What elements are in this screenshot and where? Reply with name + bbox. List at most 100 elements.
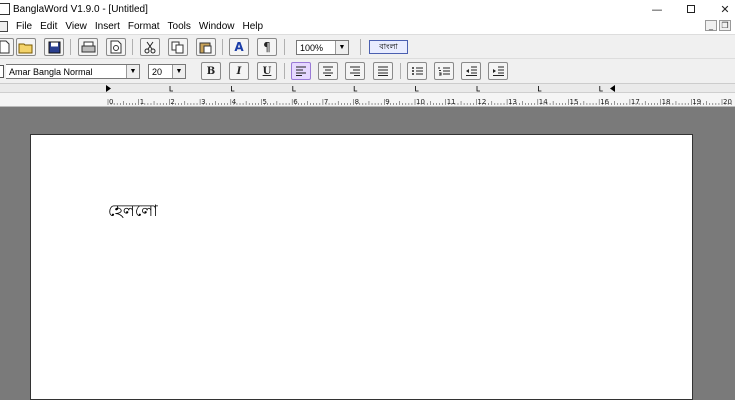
document-page[interactable]: হেললো [30, 134, 693, 400]
minimize-button[interactable]: — [640, 0, 674, 18]
menu-window[interactable]: Window [199, 21, 235, 32]
print-icon [81, 41, 95, 52]
justify-button[interactable] [373, 62, 393, 80]
decrease-indent-button[interactable] [461, 62, 481, 80]
chevron-down-icon[interactable]: ▼ [126, 65, 139, 78]
chevron-down-icon[interactable]: ▼ [172, 65, 185, 78]
ruler-tick-label: 10 [416, 98, 425, 106]
show-formatting-button[interactable]: ¶ [257, 38, 277, 56]
menu-file[interactable]: File [16, 21, 32, 32]
menu-help[interactable]: Help [242, 21, 263, 32]
align-center-button[interactable] [318, 62, 338, 80]
italic-button[interactable]: I [229, 62, 249, 80]
menu-insert[interactable]: Insert [95, 21, 120, 32]
open-button[interactable] [16, 38, 36, 56]
tab-stop-marker[interactable] [169, 86, 173, 92]
align-right-icon [350, 66, 360, 76]
tab-stop-marker[interactable] [415, 86, 419, 92]
ruler-tick-label: 8 [355, 98, 359, 106]
document-text[interactable]: হেললো [108, 198, 158, 225]
new-document-button[interactable] [0, 38, 14, 56]
first-line-indent-marker[interactable] [106, 85, 111, 92]
open-folder-icon [18, 43, 33, 53]
ruler-tick-label: 15 [570, 98, 579, 106]
ruler-tick-label: 3 [201, 98, 205, 106]
print-button[interactable] [78, 38, 98, 56]
underline-button[interactable]: U [257, 62, 277, 80]
menu-bar: File Edit View Insert Format Tools Windo… [0, 18, 735, 34]
zoom-select[interactable]: 100% ▼ [296, 40, 349, 55]
font-name-value: Amar Bangla Normal [9, 66, 93, 77]
window-title: BanglaWord V1.9.0 - [Untitled] [13, 3, 148, 15]
bullet-list-button[interactable] [407, 62, 427, 80]
maximize-icon [687, 5, 695, 13]
align-left-button[interactable] [291, 62, 311, 80]
numbered-list-icon [438, 67, 450, 76]
save-icon [48, 41, 60, 53]
maximize-button[interactable] [674, 0, 708, 18]
cut-button[interactable] [140, 38, 160, 56]
align-right-button[interactable] [345, 62, 365, 80]
tab-stop-marker[interactable] [538, 86, 542, 92]
chevron-down-icon[interactable]: ▼ [335, 41, 348, 54]
document-system-icon[interactable] [0, 20, 8, 32]
new-document-icon [0, 40, 10, 54]
zoom-value: 100% [300, 42, 324, 53]
app-icon[interactable] [0, 3, 10, 15]
paste-icon [199, 42, 212, 53]
tab-stop-marker[interactable] [599, 86, 603, 92]
ruler-tick-label: 2 [170, 98, 174, 106]
ruler-tick-label: 20 [723, 98, 732, 106]
ruler-tick-label: 13 [508, 98, 517, 106]
ruler-tick-label: 4 [232, 98, 237, 106]
horizontal-ruler[interactable]: 0 1 2 3 4 5 6 7 8 9 10 11 12 13 14 15 16 17 18 19 20 [0, 84, 735, 107]
save-button[interactable] [44, 38, 64, 56]
toolbar-separator [284, 39, 285, 55]
ruler-tick-label: 19 [692, 98, 701, 106]
numbered-list-button[interactable] [434, 62, 454, 80]
menu-tools[interactable]: Tools [168, 21, 191, 32]
formatting-toolbar: Amar Bangla Normal ▼ 20 ▼ B I U [0, 59, 735, 84]
mdi-minimize-button[interactable]: _ [705, 20, 717, 31]
right-indent-marker[interactable] [610, 85, 615, 92]
style-indicator [0, 65, 4, 78]
font-size-select[interactable]: 20 ▼ [148, 64, 186, 79]
ruler-tick-label: 9 [385, 98, 389, 106]
align-center-icon [323, 66, 333, 76]
language-toggle-button[interactable]: বাংলা [369, 40, 408, 54]
toolbar-separator [70, 39, 71, 55]
tab-stop-marker[interactable] [353, 86, 358, 92]
align-left-icon [296, 66, 306, 76]
mdi-controls: _ ❐ [705, 20, 731, 31]
print-preview-icon [110, 40, 122, 54]
mdi-restore-button[interactable]: ❐ [719, 20, 731, 31]
bold-icon: B [206, 65, 216, 77]
bullet-list-icon [411, 67, 423, 75]
toolbar-separator [400, 63, 401, 79]
ruler-tick-label: 18 [662, 98, 671, 106]
font-name-select[interactable]: Amar Bangla Normal ▼ [6, 64, 140, 79]
toolbar-separator [222, 39, 223, 55]
font-size-value: 20 [152, 66, 163, 77]
ruler-tick-label: 6 [293, 98, 298, 106]
paste-button[interactable] [196, 38, 216, 56]
print-preview-button[interactable] [106, 38, 126, 56]
toolbar-separator [284, 63, 285, 79]
increase-indent-button[interactable] [488, 62, 508, 80]
toolbar-separator [132, 39, 133, 55]
tab-stop-marker[interactable] [231, 86, 235, 92]
ruler-scale: 0 1 2 3 4 5 6 7 8 9 10 11 12 13 14 15 16 17 18 19 20 [106, 85, 732, 106]
copy-button[interactable] [168, 38, 188, 56]
font-color-button[interactable]: A [229, 38, 249, 56]
close-button[interactable]: ✕ [708, 0, 735, 18]
menu-format[interactable]: Format [128, 21, 160, 32]
menu-view[interactable]: View [65, 21, 87, 32]
tab-stop-marker[interactable] [476, 86, 480, 92]
ruler-tick-label: 17 [631, 98, 640, 106]
tab-stop-marker[interactable] [292, 86, 296, 92]
menu-edit[interactable]: Edit [40, 21, 57, 32]
bold-button[interactable]: B [201, 62, 221, 80]
ruler-tick-label: 7 [324, 98, 328, 106]
underline-icon: U [262, 65, 272, 77]
ruler-tick-label: 5 [263, 98, 267, 106]
